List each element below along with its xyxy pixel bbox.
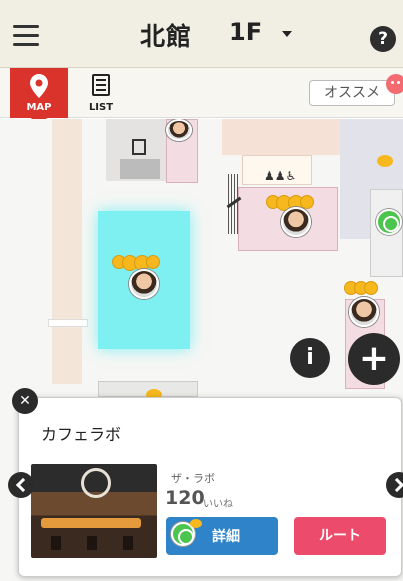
map-corridor <box>52 119 82 384</box>
help-question-icon[interactable]: ? <box>370 26 396 52</box>
photo-chair <box>123 536 133 550</box>
photo-chair <box>87 536 97 550</box>
view-tab-bar: MAP LIST オススメ <box>0 68 403 127</box>
photo-lamp <box>81 468 111 498</box>
tab-map[interactable]: MAP <box>10 68 68 127</box>
smile-icon[interactable] <box>376 209 402 235</box>
detail-button[interactable]: 詳細 <box>166 517 278 555</box>
comment-bubble-icon[interactable] <box>377 155 393 167</box>
floor-selector[interactable]: 1F <box>229 18 262 46</box>
map-shop-area <box>222 119 342 155</box>
detail-button-label: 詳細 <box>212 529 240 545</box>
reaction-cloud-icon <box>112 255 160 271</box>
reaction-cloud-icon <box>344 281 378 295</box>
route-button[interactable]: ルート <box>294 517 386 555</box>
chevron-left-icon[interactable] <box>8 472 34 498</box>
likes-count: 120 <box>165 487 205 509</box>
info-button[interactable]: i <box>290 338 330 378</box>
tab-map-label: MAP <box>26 102 52 113</box>
recommend-badge-face-icon <box>386 74 403 94</box>
photo-counter <box>41 518 141 528</box>
recommend-button[interactable]: オススメ <box>309 80 395 106</box>
photo-chair <box>51 536 61 550</box>
comment-bubble-icon <box>190 519 202 528</box>
user-avatar[interactable] <box>129 269 159 299</box>
map-pin-icon <box>30 74 48 98</box>
map-wall <box>48 319 88 327</box>
zoom-in-button[interactable]: + <box>348 333 400 385</box>
app-header: 北館 1F ? <box>0 0 403 68</box>
user-avatar[interactable] <box>349 297 379 327</box>
list-document-icon <box>92 74 110 96</box>
chevron-down-icon[interactable] <box>282 31 292 37</box>
card-title: カフェラボ <box>41 425 122 444</box>
building-title: 北館 <box>140 22 193 51</box>
user-avatar[interactable] <box>281 207 311 237</box>
hamburger-menu-icon[interactable] <box>13 25 39 47</box>
close-icon[interactable]: ✕ <box>12 388 38 414</box>
shop-info-card[interactable]: カフェラボ ザ・ラボ 120 いいね 詳細 ルート <box>18 397 402 577</box>
user-avatar[interactable] <box>166 119 192 141</box>
shop-photo[interactable] <box>31 464 157 558</box>
tab-list[interactable]: LIST <box>72 68 130 118</box>
restroom-icon: ♟♟♿ <box>264 169 297 183</box>
elevator-icon <box>132 139 146 155</box>
tab-list-label: LIST <box>88 102 114 113</box>
map-shop-area <box>120 159 160 179</box>
likes-label: いいね <box>203 499 233 510</box>
shop-name: ザ・ラボ <box>171 472 215 485</box>
